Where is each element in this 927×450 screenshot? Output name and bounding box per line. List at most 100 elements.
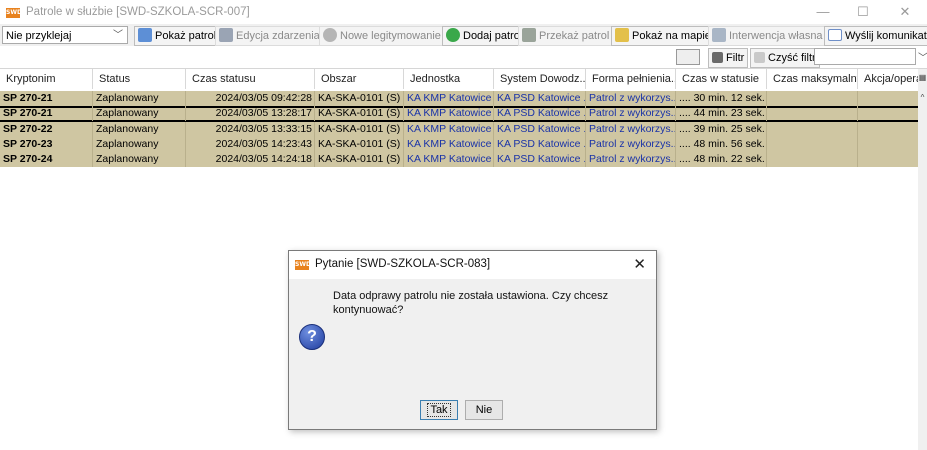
yes-button[interactable]: Tak	[420, 400, 458, 420]
edit-event-button[interactable]: Edycja zdarzenia	[215, 26, 324, 46]
cell-akcja	[858, 122, 918, 137]
cell-jednostka: KA KMP Katowice	[404, 152, 494, 167]
column-chooser-icon[interactable]: ▦	[918, 73, 927, 82]
cell-status: Zaplanowany	[93, 122, 186, 137]
cell-akcja	[858, 106, 918, 121]
cell-kryptonim: SP 270-24	[0, 152, 93, 167]
no-button[interactable]: Nie	[465, 400, 503, 420]
cell-jednostka: KA KMP Katowice	[404, 91, 494, 106]
cell-czas-maksymalny	[767, 91, 858, 106]
cell-status: Zaplanowany	[93, 137, 186, 152]
cell-forma: Patrol z wykorzys...	[586, 152, 676, 167]
cell-forma: Patrol z wykorzys...	[586, 106, 676, 121]
cell-system: KA PSD Katowice ...	[494, 91, 586, 106]
cell-czas-statusu: 2024/03/05 13:33:15	[186, 122, 315, 137]
own-intervention-button[interactable]: Interwencja własna	[708, 26, 827, 46]
new-id-check-icon	[323, 28, 337, 43]
cell-akcja	[858, 137, 918, 152]
filter-label: Filtr	[726, 52, 745, 64]
add-patrol-label: Dodaj patrol	[463, 30, 523, 42]
dialog-logo-icon: SWD	[295, 260, 311, 270]
own-intervention-icon	[712, 28, 726, 43]
table-row[interactable]: SP 270-24 Zaplanowany 2024/03/05 14:24:1…	[0, 152, 918, 167]
pin-mode-select[interactable]: Nie przyklejaj ﹀	[2, 26, 128, 44]
cell-forma: Patrol z wykorzys...	[586, 91, 676, 106]
keyboard-icon[interactable]	[676, 49, 700, 65]
column-header-jednostka[interactable]: Jednostka	[404, 69, 494, 89]
table-row[interactable]: SP 270-21 Zaplanowany 2024/03/05 09:42:2…	[0, 91, 918, 106]
cell-akcja	[858, 152, 918, 167]
close-button[interactable]: ✕	[890, 2, 920, 22]
cell-obszar: KA-SKA-0101 (S)	[315, 91, 404, 106]
send-message-button[interactable]: Wyślij komunikat	[824, 26, 927, 46]
cell-status: Zaplanowany	[93, 91, 186, 106]
edit-event-icon	[219, 28, 233, 43]
scroll-up-icon[interactable]: ^	[918, 93, 927, 102]
show-patrol-button[interactable]: Pokaż patrol	[134, 26, 221, 46]
dialog-close-button[interactable]: ✕	[633, 255, 646, 273]
cell-forma: Patrol z wykorzys...	[586, 137, 676, 152]
table-row[interactable]: SP 270-22 Zaplanowany 2024/03/05 13:33:1…	[0, 122, 918, 137]
clear-filter-icon	[754, 51, 765, 63]
filter-search-input[interactable]	[814, 48, 916, 65]
edit-event-label: Edycja zdarzenia	[236, 30, 320, 42]
column-header-system-dowodzenia[interactable]: System Dowodz...	[494, 69, 586, 89]
clear-filter-button[interactable]: Czyść filtr	[750, 48, 820, 68]
show-on-map-label: Pokaż na mapie	[632, 30, 711, 42]
column-header-forma-pelnienia[interactable]: Forma pełnienia...	[586, 69, 676, 89]
table-row-selected[interactable]: SP 270-21 Zaplanowany 2024/03/05 13:28:1…	[0, 106, 918, 122]
window-titlebar: SWD Patrole w służbie [SWD-SZKOLA-SCR-00…	[0, 0, 927, 24]
cell-kryptonim: SP 270-21	[0, 91, 93, 106]
transfer-patrol-icon	[522, 28, 536, 43]
cell-czas-statusu: 2024/03/05 14:23:43	[186, 137, 315, 152]
column-header-status[interactable]: Status	[93, 69, 186, 89]
column-header-kryptonim[interactable]: Kryptonim	[0, 69, 93, 89]
dialog-message: Data odprawy patrolu nie została ustawio…	[333, 290, 609, 316]
column-header-czas-maksymalny[interactable]: Czas maksymalny	[767, 69, 858, 89]
transfer-patrol-button[interactable]: Przekaż patrol	[518, 26, 614, 46]
show-patrol-icon	[138, 28, 152, 43]
own-intervention-label: Interwencja własna	[729, 30, 823, 42]
cell-obszar: KA-SKA-0101 (S)	[315, 106, 404, 121]
table-row[interactable]: SP 270-23 Zaplanowany 2024/03/05 14:23:4…	[0, 137, 918, 152]
cell-czas-maksymalny	[767, 137, 858, 152]
cell-forma: Patrol z wykorzys...	[586, 122, 676, 137]
chevron-down-icon[interactable]: ﹀	[918, 49, 927, 64]
cell-czas-w-statusie: .... 44 min. 23 sek.	[676, 106, 767, 121]
maximize-button[interactable]: ☐	[848, 2, 878, 22]
pin-mode-value: Nie przyklejaj	[6, 30, 72, 42]
window-title: Patrole w służbie [SWD-SZKOLA-SCR-007]	[26, 6, 250, 18]
cell-czas-statusu: 2024/03/05 14:24:18	[186, 152, 315, 167]
send-message-icon	[828, 29, 842, 42]
table-scrollbar[interactable]: ▦ ^	[918, 69, 927, 450]
column-header-akcja[interactable]: Akcja/operac	[858, 69, 918, 89]
minimize-button[interactable]: —	[808, 2, 838, 22]
new-id-check-button[interactable]: Nowe legitymowanie	[319, 26, 445, 46]
filter-bar: Filtr Czyść filtr ﹀	[0, 46, 927, 69]
main-toolbar: Nie przyklejaj ﹀ Pokaż patrol Edycja zda…	[0, 24, 927, 47]
cell-czas-w-statusie: .... 39 min. 25 sek.	[676, 122, 767, 137]
clear-filter-label: Czyść filtr	[768, 52, 816, 64]
cell-obszar: KA-SKA-0101 (S)	[315, 137, 404, 152]
column-header-obszar[interactable]: Obszar	[315, 69, 404, 89]
cell-czas-w-statusie: .... 48 min. 22 sek.	[676, 152, 767, 167]
app-logo-icon: SWD	[6, 8, 22, 18]
cell-system: KA PSD Katowice ...	[494, 122, 586, 137]
dialog-title: Pytanie [SWD-SZKOLA-SCR-083]	[315, 258, 491, 270]
cell-jednostka: KA KMP Katowice	[404, 122, 494, 137]
show-patrol-label: Pokaż patrol	[155, 30, 217, 42]
yes-button-label: Tak	[427, 403, 451, 417]
cell-kryptonim: SP 270-21	[0, 106, 93, 121]
cell-czas-statusu: 2024/03/05 09:42:28	[186, 91, 315, 106]
show-on-map-button[interactable]: Pokaż na mapie	[611, 26, 715, 46]
cell-obszar: KA-SKA-0101 (S)	[315, 152, 404, 167]
column-header-czas-statusu[interactable]: Czas statusu	[186, 69, 315, 89]
cell-czas-maksymalny	[767, 106, 858, 121]
add-patrol-button[interactable]: Dodaj patrol	[442, 26, 527, 46]
column-header-czas-w-statusie[interactable]: Czas w statusie	[676, 69, 767, 89]
filter-button[interactable]: Filtr	[708, 48, 749, 68]
new-id-check-label: Nowe legitymowanie	[340, 30, 441, 42]
cell-akcja	[858, 91, 918, 106]
add-patrol-icon	[446, 28, 460, 43]
cell-status: Zaplanowany	[93, 152, 186, 167]
